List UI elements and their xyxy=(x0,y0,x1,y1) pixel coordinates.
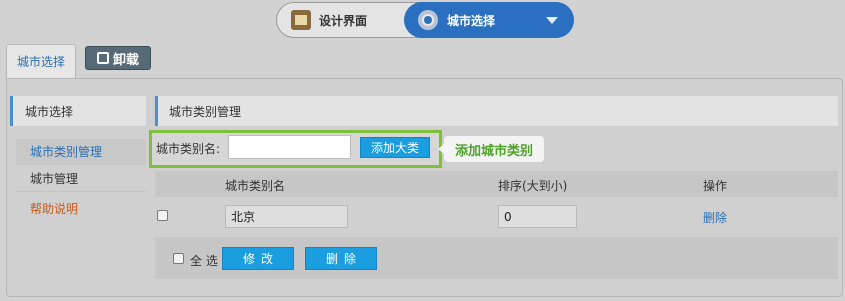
select-all-label: 全 选 xyxy=(190,254,218,268)
row-name-field[interactable]: 北京 xyxy=(225,205,348,228)
sidebar-item-city-category[interactable]: 城市类别管理 xyxy=(16,139,146,165)
design-view-tab[interactable]: 设计界面 xyxy=(277,3,405,37)
modify-button[interactable]: 修改 xyxy=(222,247,294,270)
view-switch: 设计界面 城市选择 xyxy=(276,2,574,38)
sidebar-item-city-manage[interactable]: 城市管理 xyxy=(16,166,146,192)
unload-icon xyxy=(96,52,109,64)
column-header-name: 城市类别名 xyxy=(225,179,286,193)
unload-button[interactable]: 卸载 xyxy=(85,46,151,70)
chevron-down-icon[interactable] xyxy=(546,17,558,24)
sidebar-item-label: 帮助说明 xyxy=(30,201,79,216)
page-title: 城市类别管理 xyxy=(155,96,838,126)
city-select-tab[interactable]: 城市选择 xyxy=(404,2,574,38)
select-all-checkbox[interactable] xyxy=(173,253,184,264)
tab-city-select-label: 城市选择 xyxy=(16,55,65,69)
delete-button[interactable]: 删除 xyxy=(305,247,377,270)
gear-icon xyxy=(418,10,438,30)
design-view-label: 设计界面 xyxy=(319,13,368,28)
toolbox-icon xyxy=(291,10,311,30)
category-name-input[interactable] xyxy=(228,135,351,159)
sidebar-title: 城市选择 xyxy=(10,96,146,126)
column-header-action: 操作 xyxy=(703,179,728,193)
column-header-order: 排序(大到小) xyxy=(498,179,568,193)
add-category-callout: 添加城市类别 xyxy=(438,136,544,162)
add-category-button[interactable]: 添加大类 xyxy=(360,137,430,158)
sidebar-item-label: 城市类别管理 xyxy=(30,145,103,159)
row-order-field[interactable]: 0 xyxy=(498,205,577,228)
tab-city-select[interactable]: 城市选择 xyxy=(6,44,76,78)
city-select-label: 城市选择 xyxy=(447,13,496,28)
row-checkbox[interactable] xyxy=(157,210,168,221)
category-name-label: 城市类别名: xyxy=(156,142,221,156)
unload-button-label: 卸载 xyxy=(112,52,139,68)
sidebar-item-help[interactable]: 帮助说明 xyxy=(16,195,146,221)
sidebar-item-label: 城市管理 xyxy=(30,172,79,186)
row-delete-link[interactable]: 删除 xyxy=(703,209,727,226)
